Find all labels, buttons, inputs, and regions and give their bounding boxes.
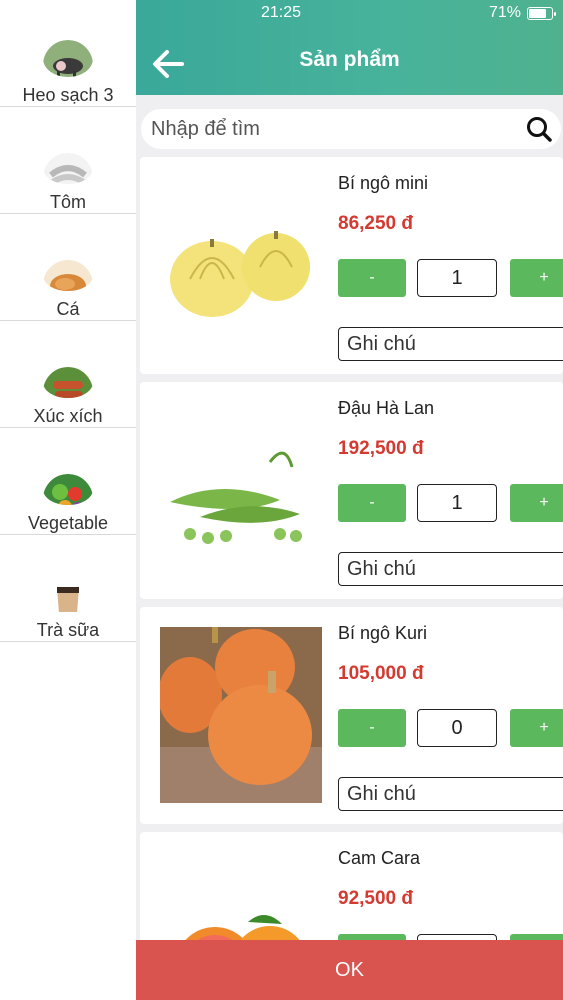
product-card[interactable]: Đậu Hà Lan 192,500 đ - 1 + Ghi chú — [140, 382, 563, 599]
category-item-heo-sach[interactable]: Heo sạch 3 — [0, 0, 136, 107]
note-field[interactable]: Ghi chú — [338, 777, 563, 811]
product-price: 192,500 đ — [338, 438, 424, 459]
product-name: Bí ngô mini — [338, 173, 429, 193]
category-sidebar: Heo sạch 3 Tôm Cá Xúc xích Vegetable Trà… — [0, 0, 136, 1000]
increase-button[interactable]: + — [510, 259, 563, 297]
app-header: 21:25 71% Sản phẩm — [136, 0, 563, 95]
quantity-field[interactable]: 0 — [417, 709, 497, 747]
pig-thumbnail — [43, 40, 93, 77]
battery-icon — [527, 6, 556, 20]
product-card[interactable]: Bí ngô Kuri 105,000 đ - 0 + Ghi chú — [140, 607, 563, 824]
quantity-field[interactable]: 1 — [417, 484, 497, 522]
search-icon[interactable] — [525, 115, 553, 143]
decrease-button[interactable]: - — [338, 484, 406, 522]
status-time: 21:25 — [260, 4, 302, 21]
category-label: Tôm — [50, 192, 86, 212]
note-field[interactable]: Ghi chú — [338, 327, 563, 361]
product-price: 105,000 đ — [338, 663, 424, 684]
category-label: Trà sữa — [36, 620, 100, 640]
ok-button[interactable]: OK — [136, 940, 563, 1000]
search-bar — [141, 109, 561, 149]
vegetable-thumbnail — [43, 474, 93, 505]
shrimp-thumbnail — [43, 153, 93, 184]
category-label: Vegetable — [27, 513, 109, 533]
product-name: Bí ngô Kuri — [338, 623, 428, 643]
product-name: Cam Cara — [338, 848, 421, 868]
category-item-xuc-xich[interactable]: Xúc xích — [0, 321, 136, 428]
product-card[interactable]: Cam Cara 92,500 đ - + — [140, 832, 563, 940]
milk-tea-thumbnail — [43, 581, 93, 612]
battery-percent: 71% — [488, 4, 521, 21]
sausage-thumbnail — [43, 367, 93, 398]
app: Heo sạch 3 Tôm Cá Xúc xích Vegetable Trà… — [0, 0, 563, 1000]
category-item-tom[interactable]: Tôm — [0, 107, 136, 214]
status-battery: 71% — [488, 4, 556, 22]
fish-thumbnail — [43, 260, 93, 291]
category-item-ca[interactable]: Cá — [0, 214, 136, 321]
search-input[interactable] — [151, 117, 511, 141]
quantity-field[interactable]: 1 — [417, 259, 497, 297]
decrease-button[interactable]: - — [338, 709, 406, 747]
note-field[interactable]: Ghi chú — [338, 552, 563, 586]
decrease-button[interactable]: - — [338, 259, 406, 297]
increase-button[interactable]: + — [510, 709, 563, 747]
increase-button[interactable]: + — [510, 484, 563, 522]
product-image — [160, 422, 310, 562]
product-list-area: Bí ngô mini 86,250 đ - 1 + Ghi chú Đậu H… — [136, 95, 563, 940]
product-price: 86,250 đ — [338, 213, 413, 234]
product-image — [160, 197, 310, 337]
product-image — [160, 872, 310, 940]
product-card[interactable]: Bí ngô mini 86,250 đ - 1 + Ghi chú — [140, 157, 563, 374]
category-label: Cá — [56, 299, 80, 319]
page-title: Sản phẩm — [299, 48, 400, 71]
category-item-tra-sua[interactable]: Trà sữa — [0, 535, 136, 642]
product-price: 92,500 đ — [338, 888, 413, 909]
product-name: Đậu Hà Lan — [338, 398, 435, 418]
product-image — [158, 627, 322, 803]
category-label: Xúc xích — [33, 406, 103, 426]
category-item-vegetable[interactable]: Vegetable — [0, 428, 136, 535]
category-label: Heo sạch 3 — [22, 85, 114, 105]
